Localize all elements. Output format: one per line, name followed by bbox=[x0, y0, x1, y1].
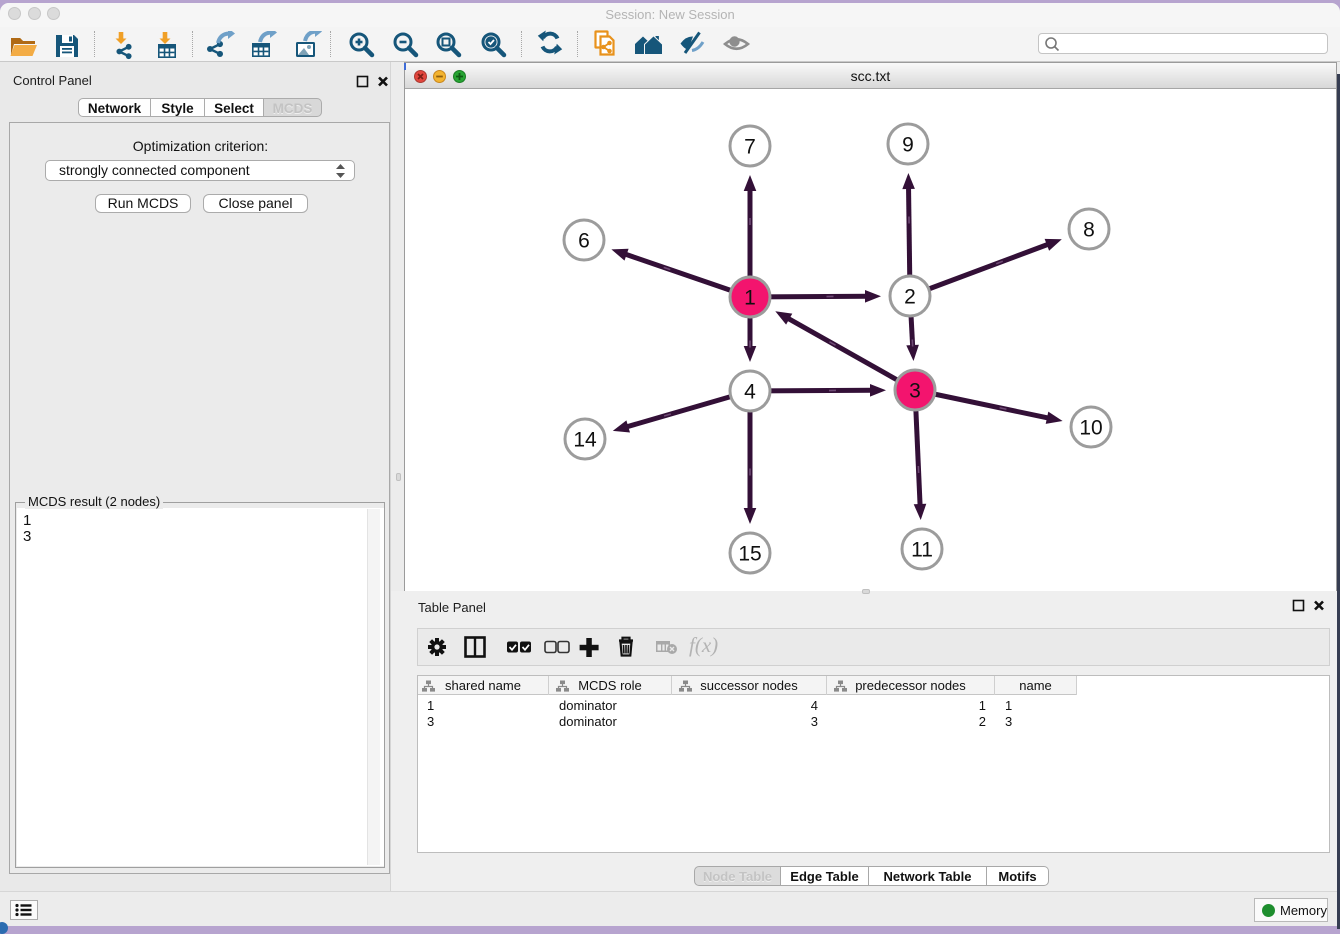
svg-text:8: 8 bbox=[1083, 219, 1095, 242]
svg-text:14: 14 bbox=[573, 429, 597, 452]
svg-text:11: 11 bbox=[911, 539, 933, 562]
svg-text:15: 15 bbox=[738, 543, 761, 566]
svg-text:10: 10 bbox=[1079, 417, 1102, 440]
svg-text:1: 1 bbox=[744, 287, 756, 310]
svg-text:9: 9 bbox=[902, 134, 914, 157]
svg-text:2: 2 bbox=[904, 286, 916, 309]
svg-text:4: 4 bbox=[744, 381, 756, 404]
svg-text:7: 7 bbox=[744, 136, 756, 159]
svg-text:3: 3 bbox=[909, 380, 921, 403]
svg-text:6: 6 bbox=[578, 230, 590, 253]
